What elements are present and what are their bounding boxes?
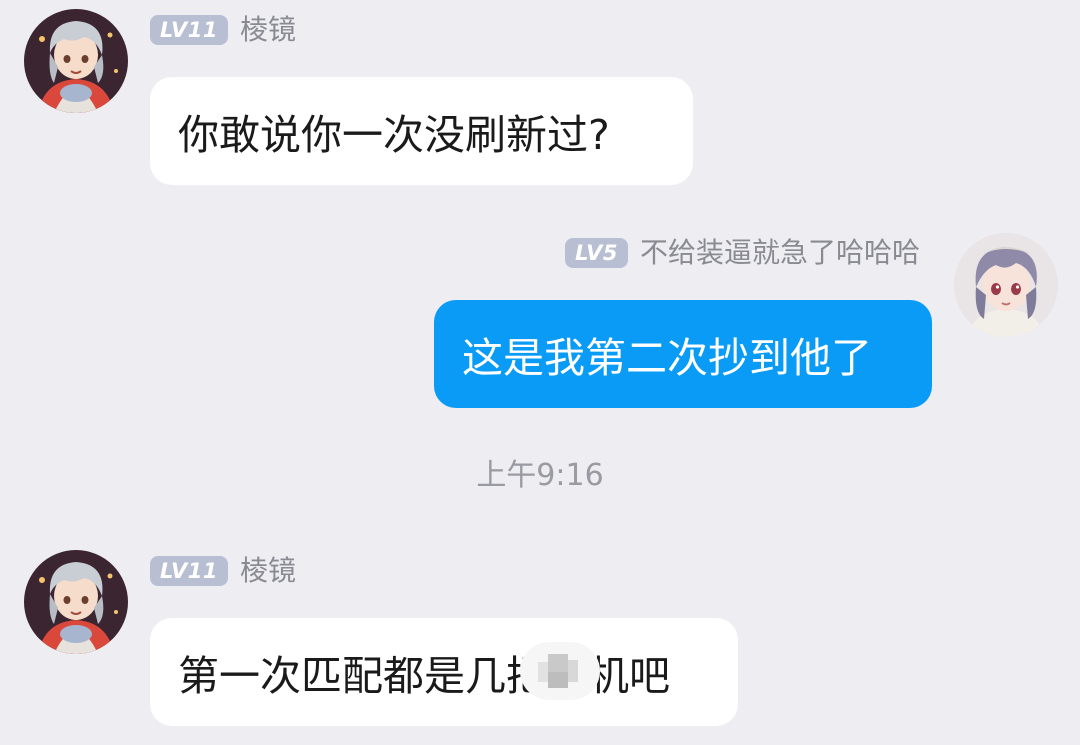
anime-girl-silver-hair-avatar-icon xyxy=(24,550,128,654)
sender-name[interactable]: 棱镜 xyxy=(240,13,296,47)
anime-girl-purple-hair-avatar-icon xyxy=(954,233,1058,337)
message-bubble[interactable]: 第一次匹配都是几把人机吧 xyxy=(150,618,738,726)
sender-meta: LV5 不给装逼就急了哈哈哈 xyxy=(565,236,920,270)
message-bubble[interactable]: 这是我第二次抄到他了 xyxy=(434,300,932,408)
sender-name[interactable]: 不给装逼就急了哈哈哈 xyxy=(640,236,920,270)
message-text: 这是我第二次抄到他了 xyxy=(462,334,872,382)
sender-meta: LV11 棱镜 xyxy=(150,13,296,47)
avatar[interactable] xyxy=(24,550,128,654)
timestamp: 上午9:16 xyxy=(476,458,604,493)
level-badge: LV5 xyxy=(565,238,628,268)
avatar[interactable] xyxy=(954,233,1058,337)
message-text: 你敢说你一次没刷新过? xyxy=(178,111,610,159)
message-bubble[interactable]: 你敢说你一次没刷新过? xyxy=(150,77,693,185)
avatar[interactable] xyxy=(24,9,128,113)
anime-girl-silver-hair-avatar-icon xyxy=(24,9,128,113)
level-badge: LV11 xyxy=(150,556,228,586)
mosaic-redaction-icon xyxy=(520,642,600,700)
level-badge: LV11 xyxy=(150,15,228,45)
sender-meta: LV11 棱镜 xyxy=(150,554,296,588)
sender-name[interactable]: 棱镜 xyxy=(240,554,296,588)
